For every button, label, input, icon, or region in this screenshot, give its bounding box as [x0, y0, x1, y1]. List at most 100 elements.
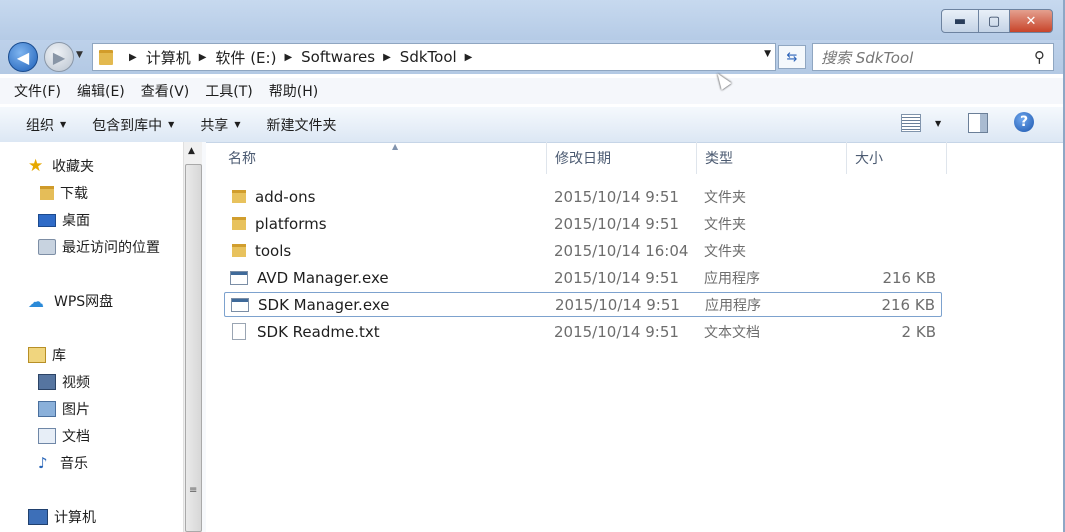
menu-view[interactable]: 查看(V) [141, 81, 190, 101]
preview-pane-icon[interactable] [968, 113, 988, 133]
file-type: 文件夹 [704, 189, 746, 206]
chevron-right-icon[interactable]: ▶ [284, 52, 292, 63]
organize-button[interactable]: 组织 ▼ [26, 115, 66, 135]
refresh-button[interactable]: ⇆ [778, 45, 806, 69]
close-button[interactable]: ✕ [1009, 9, 1053, 33]
change-view-button[interactable]: ▼ [901, 114, 941, 132]
file-name: platforms [255, 214, 327, 233]
text-file-icon [232, 323, 246, 340]
scroll-up-icon[interactable]: ▲ [188, 146, 195, 156]
nav-pictures-label: 图片 [62, 402, 90, 418]
file-name: add-ons [255, 187, 316, 206]
chevron-down-icon[interactable]: ▼ [935, 119, 941, 128]
address-bar[interactable]: ▶ 计算机 ▶ 软件 (E:) ▶ Softwares ▶ SdkTool ▶ … [92, 43, 776, 71]
pictures-icon [38, 401, 56, 417]
exe-icon [231, 297, 249, 312]
file-row[interactable]: tools 2015/10/14 16:04 文件夹 [224, 238, 942, 263]
nav-documents[interactable]: 文档 [38, 426, 90, 446]
nav-documents-label: 文档 [62, 429, 90, 445]
nav-wps-drive[interactable]: ☁ WPS网盘 [28, 291, 113, 311]
file-size: 2 KB [901, 322, 936, 341]
scrollbar-grip-icon: ≡ [189, 485, 198, 496]
navigation-pane-scrollbar[interactable]: ▲ ≡ [183, 142, 202, 532]
scrollbar-thumb[interactable] [185, 164, 202, 532]
nav-music[interactable]: ♪ 音乐 [38, 453, 88, 473]
menu-help[interactable]: 帮助(H) [269, 81, 318, 101]
file-date: 2015/10/14 9:51 [554, 268, 679, 287]
chevron-right-icon[interactable]: ▶ [129, 52, 137, 63]
forward-button[interactable]: ▶ [44, 42, 74, 72]
downloads-folder-icon [40, 186, 54, 200]
nav-libraries-label: 库 [52, 348, 66, 364]
file-row[interactable]: platforms 2015/10/14 9:51 文件夹 [224, 211, 942, 236]
column-header-name[interactable]: 名称 ▲ [220, 142, 547, 174]
column-date-label: 修改日期 [555, 151, 611, 167]
folder-icon [99, 49, 113, 65]
new-folder-label: 新建文件夹 [266, 117, 337, 134]
navigation-bar: ◀ ▶ ▼ ▶ 计算机 ▶ 软件 (E:) ▶ Softwares ▶ SdkT… [0, 40, 1063, 74]
maximize-button[interactable]: ▢ [978, 9, 1010, 33]
menu-tools[interactable]: 工具(T) [205, 81, 252, 101]
nav-pictures[interactable]: 图片 [38, 399, 90, 419]
recent-pages-dropdown[interactable]: ▼ [76, 50, 83, 60]
column-size-label: 大小 [855, 151, 883, 167]
file-row[interactable]: SDK Readme.txt 2015/10/14 9:51 文本文档 2 KB [224, 319, 942, 344]
nav-desktop[interactable]: 桌面 [38, 210, 90, 230]
file-date: 2015/10/14 16:04 [554, 241, 689, 260]
nav-favorites[interactable]: ★ 收藏夹 [28, 156, 94, 176]
chevron-right-icon[interactable]: ▶ [383, 52, 391, 63]
sort-ascending-icon: ▲ [392, 142, 399, 151]
video-icon [38, 374, 56, 390]
menu-file[interactable]: 文件(F) [14, 81, 61, 101]
minimize-button[interactable]: ▬ [941, 9, 979, 33]
new-folder-button[interactable]: 新建文件夹 [266, 115, 336, 135]
nav-videos[interactable]: 视频 [38, 372, 90, 392]
address-history-dropdown[interactable]: ▼ [764, 49, 771, 59]
file-date: 2015/10/14 9:51 [554, 214, 679, 233]
file-size: 216 KB [881, 295, 935, 314]
nav-downloads[interactable]: 下载 [40, 183, 88, 203]
nav-videos-label: 视频 [62, 375, 90, 391]
help-icon[interactable]: ? [1014, 112, 1034, 132]
chevron-down-icon: ▼ [60, 120, 67, 129]
menu-edit[interactable]: 编辑(E) [77, 81, 125, 101]
breadcrumb-computer[interactable]: 计算机 [146, 47, 191, 68]
file-row[interactable]: add-ons 2015/10/14 9:51 文件夹 [224, 184, 942, 209]
menu-bar: 文件(F) 编辑(E) 查看(V) 工具(T) 帮助(H) [0, 78, 1063, 104]
chevron-down-icon: ▼ [168, 120, 175, 129]
file-name-cell: AVD Manager.exe [230, 269, 389, 287]
breadcrumb-sdktool[interactable]: SdkTool [400, 48, 457, 66]
file-name-cell: SDK Readme.txt [230, 323, 380, 341]
nav-computer[interactable]: 计算机 [28, 507, 96, 527]
chevron-right-icon[interactable]: ▶ [465, 52, 473, 63]
file-type: 应用程序 [704, 270, 760, 287]
share-button[interactable]: 共享 ▼ [200, 115, 240, 135]
chevron-right-icon[interactable]: ▶ [199, 52, 207, 63]
breadcrumb-drive[interactable]: 软件 (E:) [215, 47, 276, 68]
organize-label: 组织 [26, 117, 54, 134]
cloud-icon: ☁ [28, 291, 44, 311]
file-name: AVD Manager.exe [257, 268, 389, 287]
nav-recent-label: 最近访问的位置 [62, 240, 160, 256]
column-header-size[interactable]: 大小 [847, 142, 947, 174]
file-row[interactable]: AVD Manager.exe 2015/10/14 9:51 应用程序 216… [224, 265, 942, 290]
nav-libraries[interactable]: 库 [28, 345, 66, 365]
explorer-window: ▬ ▢ ✕ ◀ ▶ ▼ ▶ 计算机 ▶ 软件 (E:) ▶ Softwares … [0, 0, 1065, 532]
file-row-selected[interactable]: SDK Manager.exe 2015/10/14 9:51 应用程序 216… [224, 292, 942, 317]
search-input[interactable]: 搜索 SdkTool ⚲ [812, 43, 1054, 71]
file-name-cell: add-ons [230, 188, 315, 206]
breadcrumb: ▶ 计算机 ▶ 软件 (E:) ▶ Softwares ▶ SdkTool ▶ [121, 47, 481, 68]
exe-icon [230, 270, 248, 285]
file-name-cell: tools [230, 242, 291, 260]
pane-divider[interactable] [202, 142, 206, 532]
search-icon[interactable]: ⚲ [1034, 48, 1045, 66]
column-header-date[interactable]: 修改日期 [547, 142, 697, 174]
include-in-library-button[interactable]: 包含到库中 ▼ [92, 115, 174, 135]
column-name-label: 名称 [228, 151, 256, 167]
column-header-type[interactable]: 类型 [697, 142, 847, 174]
nav-recent-places[interactable]: 最近访问的位置 [38, 237, 160, 257]
back-button[interactable]: ◀ [8, 42, 38, 72]
file-name: tools [255, 241, 292, 260]
breadcrumb-softwares[interactable]: Softwares [301, 48, 375, 66]
folder-icon [232, 190, 246, 203]
